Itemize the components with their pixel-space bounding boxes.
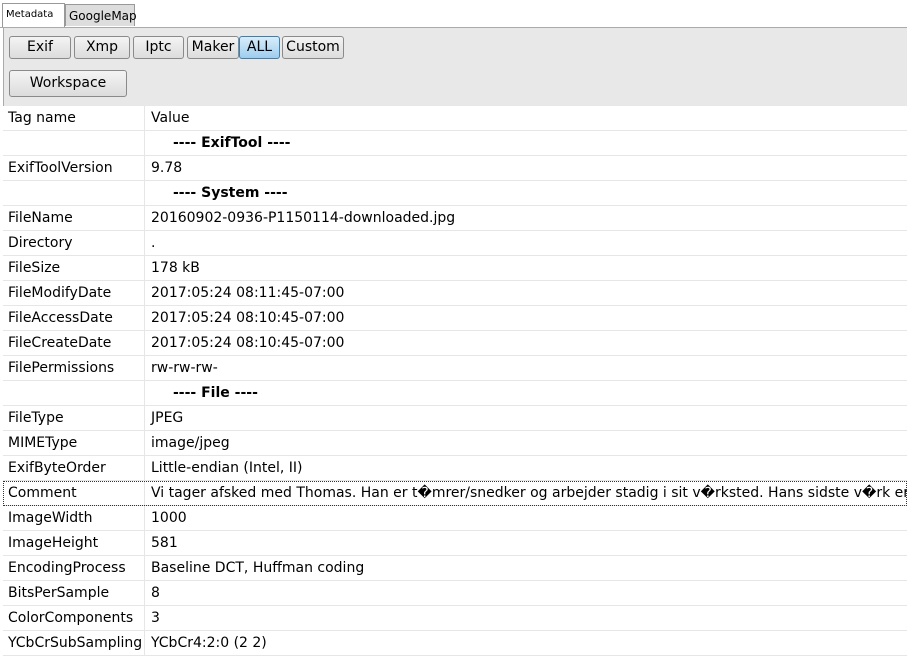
tag-name-cell: ColorComponents xyxy=(3,606,145,630)
value-cell: 2017:05:24 08:10:45-07:00 xyxy=(151,310,345,326)
table-row[interactable]: FileType JPEG xyxy=(3,406,907,431)
tab-bar: Metadata GoogleMap xyxy=(0,0,907,28)
tag-name-cell: FileName xyxy=(3,206,145,230)
tag-name-cell: FileCreateDate xyxy=(3,331,145,355)
value-cell: 20160902-0936-P1150114-downloaded.jpg xyxy=(151,210,456,226)
tag-name-cell: Comment xyxy=(3,481,145,505)
table-row[interactable]: ImageWidth 1000 xyxy=(3,506,907,531)
tag-name-cell: Directory xyxy=(3,231,145,255)
table-row[interactable]: FilePermissions rw-rw-rw- xyxy=(3,356,907,381)
value-cell: 581 xyxy=(151,535,178,551)
table-row[interactable]: ImageHeight 581 xyxy=(3,531,907,556)
value-cell: 2017:05:24 08:10:45-07:00 xyxy=(151,335,345,351)
table-row[interactable]: ExifByteOrder Little-endian (Intel, II) xyxy=(3,456,907,481)
value-cell: Vi tager afsked med Thomas. Han er t�mre… xyxy=(151,485,907,501)
value-cell: ---- ExifTool ---- xyxy=(173,135,291,151)
table-row[interactable]: EncodingProcess Baseline DCT, Huffman cod… xyxy=(3,556,907,581)
tag-name-cell: ExifByteOrder xyxy=(3,456,145,480)
tag-name-cell xyxy=(3,131,145,155)
value-cell: 1000 xyxy=(151,510,187,526)
maker-button[interactable]: Maker xyxy=(187,36,239,59)
exif-button[interactable]: Exif xyxy=(9,36,71,59)
table-row[interactable]: YCbCrSubSampling YCbCr4:2:0 (2 2) xyxy=(3,631,907,656)
value-cell: . xyxy=(151,235,156,251)
table-row[interactable]: Directory. xyxy=(3,231,907,256)
table-row[interactable]: FileSize 178 kB xyxy=(3,256,907,281)
xmp-button[interactable]: Xmp xyxy=(74,36,130,59)
tag-name-cell: ImageHeight xyxy=(3,531,145,555)
tab-googlemap[interactable]: GoogleMap xyxy=(65,4,137,26)
column-header-tag-name[interactable]: Tag name xyxy=(3,106,145,130)
workspace-button[interactable]: Workspace xyxy=(9,70,127,97)
table-row[interactable]: FileName 20160902-0936-P1150114-downloade… xyxy=(3,206,907,231)
metadata-table: Tag name Value ---- ExifTool ---- ExifToo… xyxy=(3,106,907,656)
tag-name-cell: MIMEType xyxy=(3,431,145,455)
value-cell: image/jpeg xyxy=(151,435,230,451)
table-row[interactable]: MIMEType image/jpeg xyxy=(3,431,907,456)
section-header-row[interactable]: ---- File ---- xyxy=(3,381,907,406)
tab-metadata[interactable]: Metadata xyxy=(2,3,65,27)
value-cell: 3 xyxy=(151,610,160,626)
tag-name-cell: YCbCrSubSampling xyxy=(3,631,145,655)
all-button[interactable]: ALL xyxy=(239,36,280,59)
value-cell: Baseline DCT, Huffman coding xyxy=(151,560,365,576)
value-cell: ---- System ---- xyxy=(173,185,288,201)
value-cell: 2017:05:24 08:11:45-07:00 xyxy=(151,285,345,301)
filter-toolbar: Exif Xmp Iptc Maker ALL Custom Workspace xyxy=(3,28,907,106)
table-row[interactable]: BitsPerSample 8 xyxy=(3,581,907,606)
tag-name-cell: ImageWidth xyxy=(3,506,145,530)
tag-name-cell: FileModifyDate xyxy=(3,281,145,305)
iptc-button[interactable]: Iptc xyxy=(133,36,184,59)
table-row[interactable]: ColorComponents 3 xyxy=(3,606,907,631)
table-row[interactable]: FileAccessDate 2017:05:24 08:10:45-07:00 xyxy=(3,306,907,331)
value-cell: 8 xyxy=(151,585,160,601)
tag-name-cell: FileAccessDate xyxy=(3,306,145,330)
value-cell: rw-rw-rw- xyxy=(151,360,218,376)
tag-name-cell: FileType xyxy=(3,406,145,430)
tag-name-cell: FileSize xyxy=(3,256,145,280)
tag-name-cell: BitsPerSample xyxy=(3,581,145,605)
value-cell: ---- File ---- xyxy=(173,385,258,401)
value-cell: YCbCr4:2:0 (2 2) xyxy=(151,635,267,651)
custom-button[interactable]: Custom xyxy=(282,36,344,59)
table-row[interactable]: Comment Vi tager afsked med Thomas. Han e… xyxy=(3,481,907,506)
section-header-row[interactable]: ---- ExifTool ---- xyxy=(3,131,907,156)
value-cell: Little-endian (Intel, II) xyxy=(151,460,303,476)
tag-name-cell: EncodingProcess xyxy=(3,556,145,580)
value-cell: 9.78 xyxy=(151,160,183,176)
section-header-row[interactable]: ---- System ---- xyxy=(3,181,907,206)
tag-name-cell: FilePermissions xyxy=(3,356,145,380)
tag-name-cell xyxy=(3,181,145,205)
table-row[interactable]: ExifToolVersion 9.78 xyxy=(3,156,907,181)
tag-name-cell xyxy=(3,381,145,405)
table-row[interactable]: FileModifyDate 2017:05:24 08:11:45-07:00 xyxy=(3,281,907,306)
value-cell: 178 kB xyxy=(151,260,200,276)
table-header: Tag name Value xyxy=(3,106,907,131)
column-header-value[interactable]: Value xyxy=(145,106,907,130)
tag-name-cell: ExifToolVersion xyxy=(3,156,145,180)
table-row[interactable]: FileCreateDate 2017:05:24 08:10:45-07:00 xyxy=(3,331,907,356)
value-cell: JPEG xyxy=(151,410,184,426)
